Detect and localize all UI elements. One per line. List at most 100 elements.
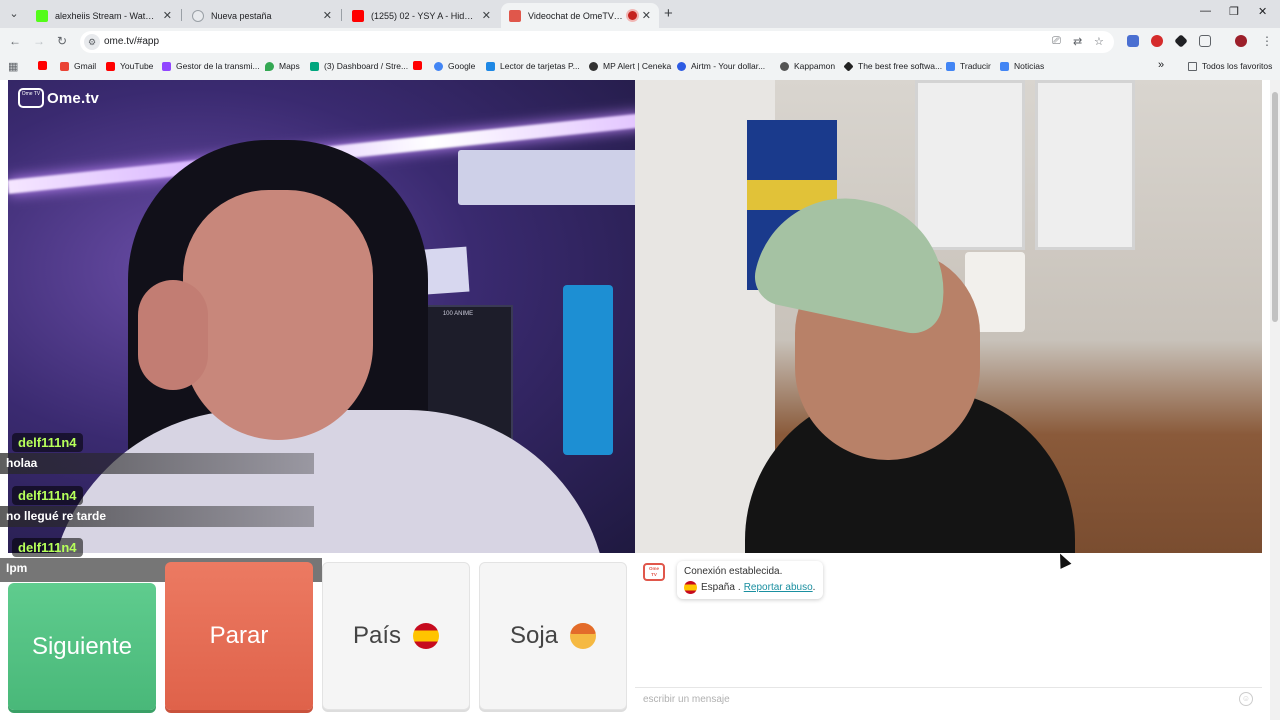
emoji-smiley-icon[interactable]: ☺ [1239,692,1253,706]
report-abuse-link[interactable]: Reportar abuso [744,582,813,593]
url-text[interactable]: ome.tv/#app [104,36,159,47]
globe-icon [780,61,789,71]
boy-face-icon [570,623,597,649]
back-arrow-icon[interactable]: ← [9,34,21,48]
bookmark-google[interactable]: Google [434,61,475,71]
text-chat-panel: Ome TV Conexión establecida. España . Rep… [635,553,1262,713]
message-input[interactable] [635,687,1262,711]
tab-new-tab[interactable]: Nueva pestaña ✕ [184,3,340,28]
tab-youtube-video[interactable]: (1255) 02 - YSY A - Hidro | ANT ✕ [344,3,499,28]
bookmark-free-software[interactable]: The best free softwa... [843,60,942,72]
extensions-puzzle-icon[interactable] [1199,35,1211,47]
kick-icon [36,9,48,22]
spain-flag-icon [684,581,697,594]
streamlabs-icon [310,61,319,71]
tab-kick-stream[interactable]: alexheiis Stream - Watch Live o ✕ [28,3,180,28]
youtube-icon [106,61,115,71]
profile-avatar[interactable] [1235,35,1247,47]
close-icon[interactable]: ✕ [642,9,651,22]
connection-status-text: Conexión establecida. [684,566,783,577]
card-reader-icon [486,61,495,71]
ometv-tv-icon: Ome TV [18,88,44,108]
new-tab-plus-icon[interactable]: + [664,5,673,22]
partner-country: España [701,582,735,593]
tab-title: Videochat de OmeTV: uno [528,10,623,21]
tab-title: (1255) 02 - YSY A - Hidro | ANT [371,10,476,21]
logo-text: Ome.tv [47,89,100,107]
spain-flag-icon [413,623,440,649]
browser-toolbar: ← → ↻ ⚙ ome.tv/#app ⎚ ⇄ ☆ ⋮ [0,28,1280,56]
folder-icon [1188,61,1197,71]
minimize-icon[interactable]: — [1200,5,1211,17]
bookmark-dashboard[interactable]: (3) Dashboard / Stre... [310,61,408,71]
tab-ometv[interactable]: Videochat de OmeTV: uno ✕ [501,3,659,28]
bookmark-youtube[interactable]: YouTube [106,61,153,71]
forward-arrow-icon[interactable]: → [33,34,45,48]
bookmark-twitch-manager[interactable]: Gestor de la transmi... [162,61,260,71]
bookmark-mp-alert[interactable]: MP Alert | Ceneka [589,61,671,71]
ometv-icon [509,9,521,22]
tab-search-chevron-icon[interactable]: ⌄ [4,4,24,24]
recording-icon [627,11,637,20]
cast-icon[interactable]: ⎚ [1052,35,1061,48]
bookmark-item[interactable] [413,61,427,70]
close-icon[interactable]: ✕ [163,9,172,22]
bookmark-kappamon[interactable]: Kappamon [780,61,835,71]
reload-icon[interactable]: ↻ [57,34,67,48]
extension-opera-icon[interactable] [1151,35,1163,47]
page-scrollbar[interactable] [1270,80,1280,720]
chat-username: delf111n4 [12,433,83,452]
mp-alert-icon [589,61,598,71]
bookmark-translate[interactable]: Traducir [946,61,991,71]
translate-icon[interactable]: ⇄ [1073,35,1082,48]
bookmark-star-icon[interactable]: ☆ [1094,35,1104,48]
window-close-icon[interactable]: ✕ [1258,5,1267,18]
person-face [183,190,373,440]
gmail-icon [60,61,69,71]
next-button[interactable]: Siguiente [8,583,156,710]
apps-grid-icon[interactable]: ▦ [8,60,18,73]
bookmarks-overflow-chevron-icon[interactable]: » [1158,59,1164,71]
extension-diamond-icon[interactable] [1174,34,1188,48]
system-message: Conexión establecida. España . Reportar … [677,561,823,599]
extension-translate-icon[interactable] [1127,35,1139,47]
bookmark-item[interactable] [38,61,52,70]
translate-icon [946,61,955,71]
ometv-logo[interactable]: Ome TV Ome.tv [18,88,99,108]
kebab-menu-icon[interactable]: ⋮ [1261,34,1273,48]
all-bookmarks-folder[interactable]: Todos los favoritos [1188,61,1272,71]
ometv-system-icon: Ome TV [643,563,665,581]
youtube-icon [352,9,364,22]
youtube-icon [413,61,422,70]
bookmark-news[interactable]: Noticias [1000,61,1044,71]
bookmark-airtm[interactable]: Airtm - Your dollar... [677,61,765,71]
bookmarks-bar: ▦ Gmail YouTube Gestor de la transmi... … [0,56,1280,78]
country-filter-button[interactable]: País [322,562,470,710]
news-icon [1000,61,1009,71]
google-icon [434,61,443,71]
diamond-icon [843,60,854,72]
bookmark-card-reader[interactable]: Lector de tarjetas P... [486,61,580,71]
restore-icon[interactable]: ❐ [1229,5,1239,18]
close-icon[interactable]: ✕ [482,9,491,22]
chat-username: delf111n4 [12,486,83,505]
window [915,80,1025,250]
own-video-feed: 100 ANIME [8,80,635,553]
airtm-icon [677,61,686,71]
youtube-icon [38,61,47,70]
address-bar[interactable]: ⚙ ome.tv/#app ⎚ ⇄ ☆ [80,31,1114,53]
gender-filter-button[interactable]: Soja [479,562,627,710]
twitch-icon [162,61,171,71]
bookmark-maps[interactable]: Maps [265,61,300,71]
trailing-dot: . [812,582,816,593]
scrollbar-thumb[interactable] [1272,92,1278,322]
bookmark-gmail[interactable]: Gmail [60,61,96,71]
chat-username: delf111n4 [12,538,83,557]
tab-title: alexheiis Stream - Watch Live o [55,10,157,21]
stop-button[interactable]: Parar [165,562,313,710]
close-icon[interactable]: ✕ [323,9,332,22]
tab-divider [181,9,182,21]
tab-title: Nueva pestaña [211,10,272,21]
air-conditioner [458,150,635,205]
site-info-icon[interactable]: ⚙ [84,34,100,50]
